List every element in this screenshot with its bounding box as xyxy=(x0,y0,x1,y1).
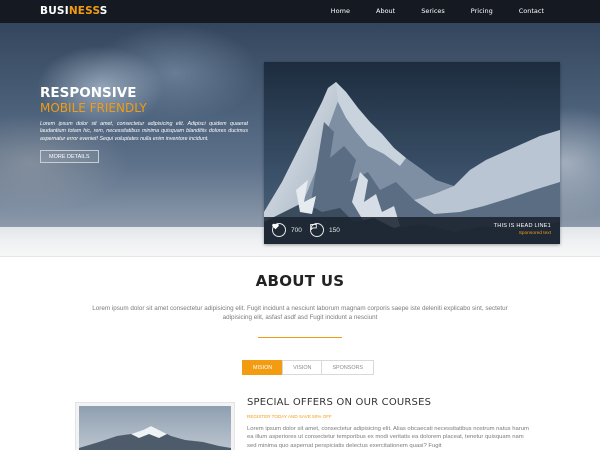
tab-mission[interactable]: MISION xyxy=(242,360,284,375)
nav-item-services[interactable]: Serices xyxy=(408,0,458,23)
brand-text-part3: S xyxy=(99,5,108,17)
likes-count: 700 xyxy=(291,226,302,234)
card-headline-block: THIS IS HEAD LINE1 Sponsored text xyxy=(494,223,551,236)
nav-item-about[interactable]: About xyxy=(363,0,408,23)
card-headline: THIS IS HEAD LINE1 xyxy=(493,223,551,229)
navbar: BUSINESSS Home About Serices Pricing Con… xyxy=(0,0,600,23)
offer-text: Lorem ipsum dolor sit amet, consectetur … xyxy=(247,426,529,449)
more-details-button[interactable]: MORE DETAILS xyxy=(40,150,99,164)
brand-logo[interactable]: BUSINESSS xyxy=(40,5,108,17)
offer-image xyxy=(79,406,231,450)
offer-image-frame xyxy=(75,402,235,450)
tab-sponsors[interactable]: SPONSORS xyxy=(321,360,375,375)
hero-description: Lorem ipsum dolor sit amet, consectetur … xyxy=(40,121,248,142)
brand-text-part1: BUSI xyxy=(40,5,69,17)
brand-text-part2: NESS xyxy=(68,5,100,17)
chat-bubble-icon xyxy=(310,223,324,237)
card-subline: Sponsored text xyxy=(518,231,551,236)
likes-stat[interactable]: 700 xyxy=(272,223,302,237)
about-title: ABOUT US xyxy=(255,272,345,290)
nav-menu: Home About Serices Pricing Contact xyxy=(318,0,544,23)
featured-image-card[interactable]: 700 150 THIS IS HEAD LINE1 Sponsored tex… xyxy=(264,62,560,244)
about-text: Lorem ipsum dolor sit amet consectetur a… xyxy=(92,305,508,321)
about-tabs: MISION VISION SPONSORS xyxy=(242,360,375,375)
hero-title: RESPONSIVE xyxy=(40,85,137,101)
tab-vision[interactable]: VISION xyxy=(282,360,323,375)
comments-count: 150 xyxy=(329,226,340,234)
heart-icon xyxy=(272,223,286,237)
nav-item-pricing[interactable]: Pricing xyxy=(458,0,506,23)
about-divider xyxy=(258,337,342,338)
offer-subtitle: REGISTER TODAY AND SAVE 50% OFF xyxy=(247,414,332,419)
nav-item-contact[interactable]: Contact xyxy=(506,0,544,23)
hero-text-block: RESPONSIVE MOBILE FRIENDLY Lorem ipsum d… xyxy=(40,85,248,164)
card-footer: 700 150 THIS IS HEAD LINE1 Sponsored tex… xyxy=(264,217,560,244)
hero-subtitle: MOBILE FRIENDLY xyxy=(40,101,147,115)
comments-stat[interactable]: 150 xyxy=(310,223,340,237)
nav-item-home[interactable]: Home xyxy=(318,0,363,23)
offer-title: SPECIAL OFFERS ON OUR COURSES xyxy=(247,397,432,408)
